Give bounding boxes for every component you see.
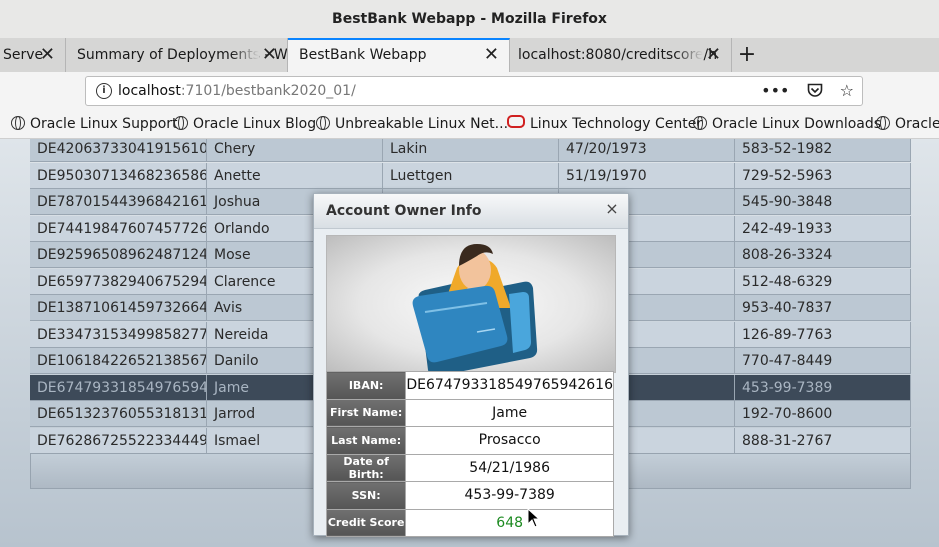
tab-label: BestBank Webapp [299, 47, 427, 63]
globe-icon [693, 116, 707, 130]
tab-creditscore[interactable]: localhost:8080/creditscore/h ✕ [510, 38, 732, 72]
close-tab-icon[interactable]: ✕ [262, 38, 277, 72]
iban-cell: DE925965089624871243016 [30, 242, 207, 268]
ssn-cell: 453-99-7389 [735, 374, 911, 401]
new-tab-icon[interactable]: + [735, 38, 759, 72]
user-folder-icon [412, 244, 538, 377]
account-owner-image [326, 235, 616, 377]
url-path: :7101/bestbank2020_01/ [180, 83, 356, 99]
first-name-cell: Anette [207, 162, 383, 189]
globe-icon [174, 116, 188, 130]
iban-cell: DE950307134682365863512 [30, 162, 207, 189]
first-name-value: Jame [405, 398, 614, 427]
url-host: localhost [118, 83, 181, 99]
iban-cell: DE762867255223344490325 [30, 427, 207, 454]
iban-cell: DE420637330419156101010 [30, 139, 207, 162]
ssn-cell: 192-70-8600 [735, 401, 911, 427]
field-row-iban: IBAN: DE674793318549765942616 [325, 371, 614, 400]
dialog-titlebar[interactable]: Account Owner Info × [314, 194, 628, 229]
bookmark-oracle-linux-support[interactable]: Oracle Linux Support [11, 110, 178, 138]
last-name-cell: Lakin [383, 139, 559, 162]
globe-icon [316, 116, 330, 130]
dob-cell: 51/19/1970 [559, 162, 735, 189]
ssn-cell: 953-40-7837 [735, 295, 911, 321]
window-title: BestBank Webapp - Mozilla Firefox [0, 0, 939, 39]
last-name-cell: Luettgen [383, 162, 559, 189]
ssn-label: SSN: [325, 481, 407, 510]
table-row[interactable]: DE420637330419156101010CheryLakin47/20/1… [30, 139, 911, 162]
last-name-label: Last Name: [325, 426, 407, 455]
iban-cell: DE659773829406752941105 [30, 268, 207, 295]
tab-servers[interactable]: Serve ✕ [0, 38, 66, 72]
field-row-date-of-birth: Date of Birth: 54/21/1986 [325, 453, 614, 482]
iban-cell: DE744198476074577264320 [30, 215, 207, 242]
bookmark-unbreakable-linux-network[interactable]: Unbreakable Linux Net... [316, 110, 508, 138]
first-name-label: First Name: [325, 398, 407, 427]
ssn-cell: 242-49-1933 [735, 215, 911, 242]
dob-cell: 47/20/1973 [559, 139, 735, 162]
bookmark-oracle-linux-downloads[interactable]: Oracle Linux Downloads [693, 110, 881, 138]
credit-score-label: Credit Score [325, 508, 407, 537]
tab-summary-of-deployments[interactable]: Summary of Deployments - W ✕ [66, 38, 288, 72]
globe-icon [11, 116, 25, 130]
ssn-cell: 770-47-8449 [735, 348, 911, 374]
dialog-title: Account Owner Info [326, 203, 482, 219]
iban-cell: DE787015443968421618301 [30, 189, 207, 215]
date-of-birth-label: Date of Birth: [325, 453, 407, 482]
tab-label: Serve [3, 47, 44, 63]
date-of-birth-value: 54/21/1986 [405, 453, 614, 482]
ssn-cell: 126-89-7763 [735, 321, 911, 348]
iban-cell: DE106184226521385676158 [30, 348, 207, 374]
iban-cell: DE334731534998582779517 [30, 321, 207, 348]
iban-label: IBAN: [325, 371, 407, 400]
field-row-last-name: Last Name: Prosacco [325, 426, 614, 455]
account-owner-info-dialog: Account Owner Info × IBAN: DE674793318549… [313, 193, 629, 537]
url-bar[interactable]: i localhost:7101/bestbank2020_01/ ••• ☆ [85, 76, 863, 106]
ssn-cell: 512-48-6329 [735, 268, 911, 295]
bookmark-linux-technology-center[interactable]: Linux Technology Center [507, 110, 702, 138]
iban-cell: DE674793318549765942616 [30, 374, 207, 401]
table-row[interactable]: DE950307134682365863512AnetteLuettgen51/… [30, 162, 911, 189]
close-icon[interactable]: × [604, 200, 620, 218]
field-row-first-name: First Name: Jame [325, 398, 614, 427]
oracle-logo-icon [507, 115, 525, 128]
close-tab-icon[interactable]: ✕ [40, 38, 55, 72]
bookmark-oracle-linux-blog[interactable]: Oracle Linux Blog [174, 110, 316, 138]
url-text: localhost:7101/bestbank2020_01/ [118, 77, 356, 105]
credit-score-value: 648 [405, 508, 614, 537]
iban-cell: DE651323760553181316076 [30, 401, 207, 427]
tab-strip: Serve ✕ Summary of Deployments - W ✕ Bes… [0, 38, 939, 72]
globe-icon [876, 116, 890, 130]
ssn-value: 453-99-7389 [405, 481, 614, 510]
bookmark-oracle[interactable]: Oracle [876, 110, 939, 138]
ssn-cell: 808-26-3324 [735, 242, 911, 268]
field-row-ssn: SSN: 453-99-7389 [325, 481, 614, 510]
tab-bestbank-webapp[interactable]: BestBank Webapp ✕ [288, 38, 510, 72]
ssn-cell: 545-90-3848 [735, 189, 911, 215]
first-name-cell: Chery [207, 139, 383, 162]
pocket-icon[interactable] [801, 81, 827, 100]
iban-cell: DE138710614597326644676 [30, 295, 207, 321]
more-icon[interactable]: ••• [761, 81, 789, 100]
info-icon[interactable]: i [96, 83, 112, 99]
last-name-value: Prosacco [405, 426, 614, 455]
close-tab-icon[interactable]: ✕ [706, 38, 721, 72]
navigation-bar: i localhost:7101/bestbank2020_01/ ••• ☆ [0, 72, 939, 110]
ssn-cell: 888-31-2767 [735, 427, 911, 454]
mouse-cursor-icon [527, 508, 539, 528]
bookmarks-toolbar: Oracle Linux Support Oracle Linux Blog U… [0, 110, 939, 139]
field-row-credit-score: Credit Score 648 [325, 508, 614, 537]
account-details-table: IBAN: DE674793318549765942616 First Name: J… [325, 371, 614, 537]
close-tab-icon[interactable]: ✕ [484, 40, 499, 72]
ssn-cell: 583-52-1982 [735, 139, 911, 162]
iban-value: DE674793318549765942616 [405, 371, 614, 400]
ssn-cell: 729-52-5963 [735, 162, 911, 189]
star-icon[interactable]: ☆ [840, 81, 854, 100]
